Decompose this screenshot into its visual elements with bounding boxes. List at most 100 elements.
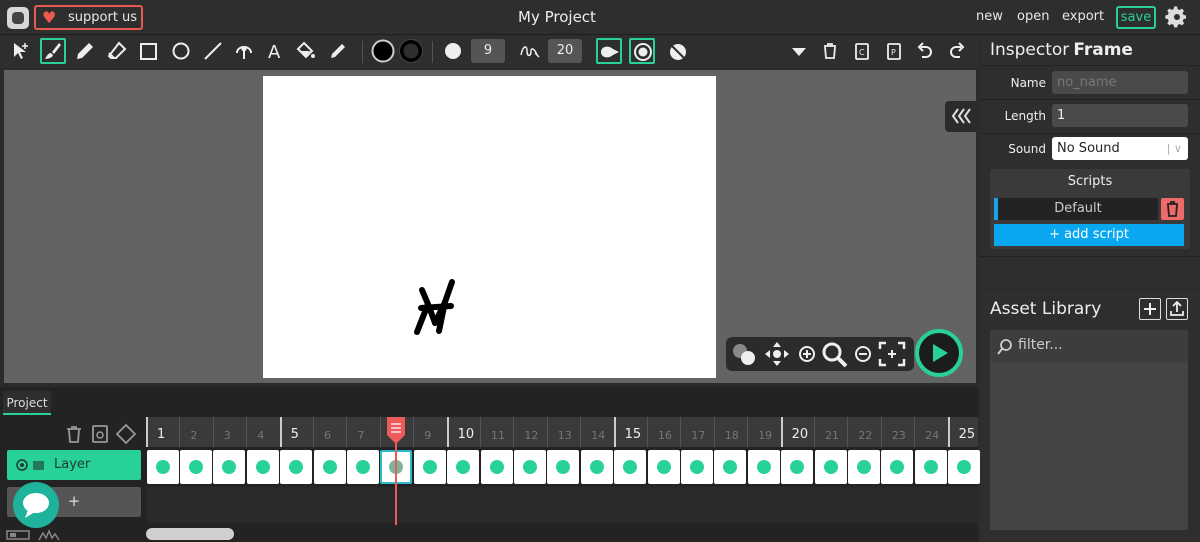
visibility-icon[interactable] xyxy=(16,459,28,471)
frame-cell[interactable] xyxy=(313,450,346,484)
frame-cell[interactable] xyxy=(680,450,713,484)
divider xyxy=(980,65,1200,66)
onion-skin-toggle-icon[interactable] xyxy=(730,341,758,367)
sound-select[interactable]: No Sound | ∨ xyxy=(1052,137,1188,160)
lock-icon[interactable] xyxy=(32,460,45,471)
waveform-icon[interactable] xyxy=(38,529,60,541)
add-script-button[interactable]: + add script xyxy=(994,224,1184,246)
copy-icon[interactable]: C xyxy=(849,38,875,64)
add-keyframe-icon[interactable] xyxy=(90,424,110,444)
support-us-button[interactable]: ♥ support us xyxy=(34,5,143,30)
brush-size-input[interactable]: 9 xyxy=(471,39,505,63)
fit-to-screen-icon[interactable] xyxy=(878,341,906,367)
onion-skin-icon[interactable] xyxy=(664,38,690,64)
frame-number: 25 xyxy=(958,427,976,442)
project-title[interactable]: My Project xyxy=(480,8,634,26)
stroke-color-swatch[interactable] xyxy=(398,38,424,64)
frame-cell[interactable] xyxy=(747,450,780,484)
asset-library-panel: Asset Library filter... xyxy=(980,290,1200,542)
asset-filter[interactable]: filter... xyxy=(990,330,1188,362)
frame-size-icon[interactable] xyxy=(6,529,32,541)
layer-name[interactable]: Layer xyxy=(54,457,90,472)
eraser-icon[interactable] xyxy=(104,38,130,64)
ellipse-icon[interactable] xyxy=(168,38,194,64)
pressure-toggle-icon[interactable] xyxy=(596,38,622,64)
frame-cell[interactable] xyxy=(948,450,981,484)
play-button[interactable] xyxy=(915,329,963,377)
asset-filter-input[interactable]: filter... xyxy=(1018,337,1063,353)
zoom-in-icon[interactable] xyxy=(798,345,816,363)
rectangle-icon[interactable] xyxy=(136,38,162,64)
add-asset-button[interactable] xyxy=(1139,298,1161,320)
frame-cell[interactable] xyxy=(280,450,313,484)
length-input[interactable]: 1 xyxy=(1052,104,1188,127)
chevron-down-icon[interactable] xyxy=(786,38,812,64)
playhead-handle[interactable] xyxy=(385,417,407,445)
save-button[interactable]: save xyxy=(1116,6,1156,29)
gear-icon[interactable] xyxy=(1165,5,1189,29)
fill-color-swatch[interactable] xyxy=(370,38,396,64)
pan-icon[interactable] xyxy=(764,341,790,367)
export-menu-link[interactable]: export xyxy=(1062,9,1104,24)
trash-icon[interactable] xyxy=(817,38,843,64)
chat-button[interactable] xyxy=(13,482,59,528)
trash-icon[interactable] xyxy=(64,424,84,444)
drawing-canvas[interactable] xyxy=(263,76,716,378)
chevron-down-icon: | ∨ xyxy=(1166,142,1182,155)
panel-collapse-button[interactable] xyxy=(945,101,978,132)
new-menu-link[interactable]: new xyxy=(976,9,1003,24)
trash-icon xyxy=(1167,201,1178,217)
path-icon[interactable] xyxy=(231,38,257,64)
tab-project[interactable]: Project xyxy=(3,391,51,415)
frame-cell[interactable] xyxy=(714,450,747,484)
delete-script-button[interactable] xyxy=(1161,198,1184,220)
app-logo[interactable] xyxy=(7,7,29,29)
zoom-icon[interactable] xyxy=(821,341,849,369)
layer-item[interactable]: Layer xyxy=(7,450,141,480)
open-menu-link[interactable]: open xyxy=(1017,9,1049,24)
script-item-default[interactable]: Default xyxy=(994,198,1158,220)
frame-cell[interactable] xyxy=(647,450,680,484)
circle-record-icon[interactable] xyxy=(629,38,655,64)
frame-cell[interactable] xyxy=(447,450,480,484)
pencil-icon[interactable] xyxy=(72,38,98,64)
undo-icon[interactable] xyxy=(912,38,938,64)
eyedropper-icon[interactable] xyxy=(325,38,351,64)
frame-number: 11 xyxy=(491,429,505,442)
frame-cell[interactable] xyxy=(580,450,613,484)
redo-icon[interactable] xyxy=(944,38,970,64)
frame-cell[interactable] xyxy=(213,450,246,484)
frame-cell[interactable] xyxy=(413,450,446,484)
frame-cell[interactable] xyxy=(480,450,513,484)
frame-cell[interactable] xyxy=(179,450,212,484)
timeline-scrollbar[interactable] xyxy=(146,528,234,540)
frame-cell[interactable] xyxy=(781,450,814,484)
add-tween-icon[interactable] xyxy=(115,423,137,445)
line-icon[interactable] xyxy=(200,38,226,64)
frame-number: 10 xyxy=(457,427,475,442)
frame-cell[interactable] xyxy=(146,450,179,484)
frame-cell[interactable] xyxy=(246,450,279,484)
frame-cell[interactable] xyxy=(346,450,379,484)
fill-bucket-icon[interactable] xyxy=(293,38,319,64)
frame-cell[interactable] xyxy=(547,450,580,484)
text-icon[interactable]: A xyxy=(262,38,288,64)
zoom-out-icon[interactable] xyxy=(854,345,872,363)
frame-cell[interactable] xyxy=(513,450,546,484)
frame-tick xyxy=(146,417,148,447)
frame-cell[interactable] xyxy=(914,450,947,484)
frame-cell[interactable] xyxy=(814,450,847,484)
paste-icon[interactable]: P xyxy=(881,38,907,64)
smoothing-input[interactable]: 20 xyxy=(548,39,582,63)
frame-ruler[interactable]: 1234567891011121314151617181920212223242… xyxy=(146,417,978,447)
brush-icon[interactable] xyxy=(40,38,66,64)
scripts-title: Scripts xyxy=(1067,174,1113,189)
cursor-icon[interactable] xyxy=(8,38,34,64)
import-asset-button[interactable] xyxy=(1166,298,1188,320)
frame-cell[interactable] xyxy=(881,450,914,484)
canvas-area[interactable] xyxy=(4,70,978,383)
name-input[interactable]: no_name xyxy=(1052,71,1188,94)
frame-number: 7 xyxy=(357,429,365,442)
frame-cell[interactable] xyxy=(847,450,880,484)
frame-cell[interactable] xyxy=(614,450,647,484)
